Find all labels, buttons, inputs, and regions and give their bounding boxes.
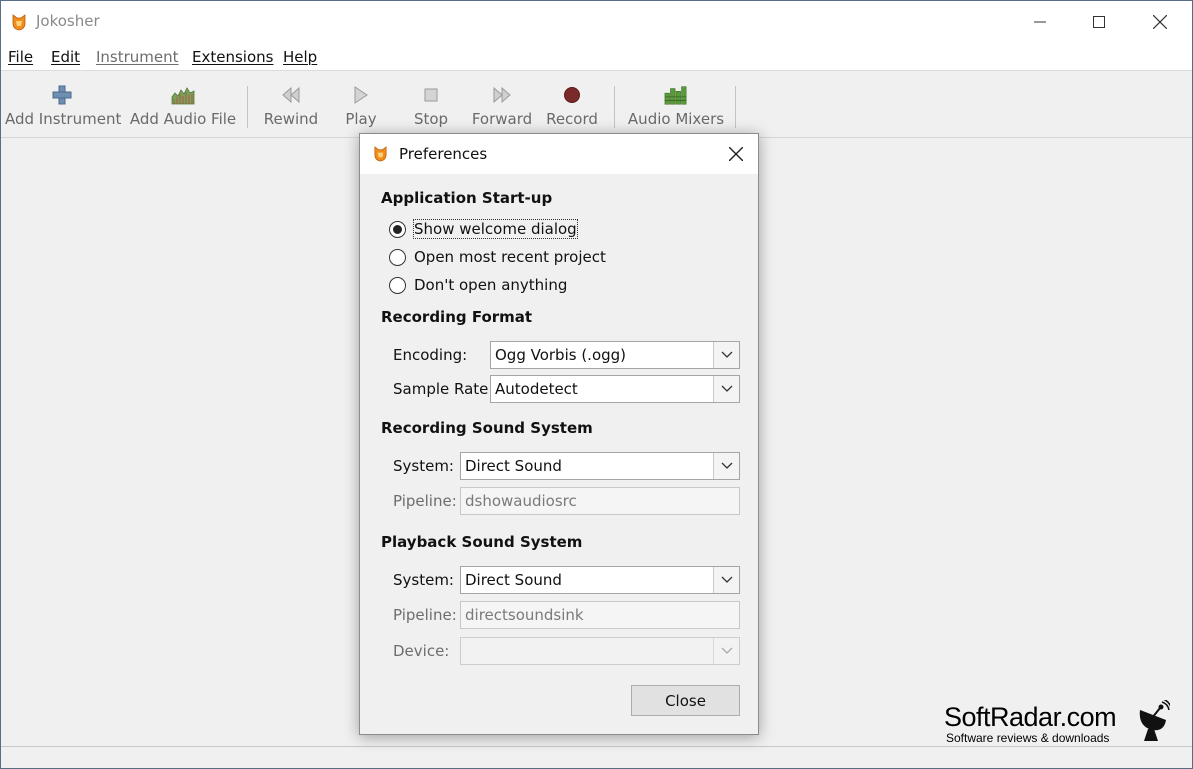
menu-edit[interactable]: Edit (51, 48, 80, 66)
fast-forward-icon (490, 84, 514, 106)
audio-mixers-button[interactable]: Audio Mixers (623, 72, 729, 134)
close-icon (729, 147, 743, 161)
minimize-button[interactable] (1009, 1, 1071, 43)
toolbar-separator (735, 86, 736, 128)
chevron-down-icon (713, 453, 739, 479)
menu-file[interactable]: File (8, 48, 33, 66)
forward-label: Forward (471, 110, 533, 128)
minimize-icon (1034, 21, 1046, 23)
menu-instrument[interactable]: Instrument (96, 48, 179, 66)
startup-heading: Application Start-up (381, 189, 553, 207)
rewind-icon (279, 84, 303, 106)
title-bar: Jokosher (1, 1, 1192, 43)
play-label: Play (345, 110, 377, 128)
watermark-title: SoftRadar.com (944, 702, 1117, 732)
chevron-down-icon (713, 567, 739, 593)
radio-dont-open[interactable]: Don't open anything (389, 274, 567, 296)
record-icon (560, 84, 584, 106)
recording-system-select[interactable]: Direct Sound (460, 452, 740, 480)
menu-bar: File Edit Instrument Extensions Help (1, 43, 1192, 71)
radio-show-welcome[interactable]: Show welcome dialog (389, 218, 578, 240)
playback-system-select[interactable]: Direct Sound (460, 566, 740, 594)
stop-button[interactable]: Stop (401, 72, 461, 134)
radio-label: Open most recent project (414, 248, 606, 266)
play-button[interactable]: Play (331, 72, 391, 134)
playback-pipeline-value: directsoundsink (465, 606, 584, 624)
dialog-close-button[interactable] (718, 136, 754, 172)
playback-system-value: Direct Sound (465, 571, 562, 589)
toolbar: Add Instrument Add Audio File Rewind Pla… (1, 72, 1192, 138)
recording-pipeline-label: Pipeline: (393, 492, 457, 510)
device-label: Device: (393, 642, 450, 660)
encoding-value: Ogg Vorbis (.ogg) (495, 346, 627, 364)
jokosher-logo-icon (374, 146, 387, 162)
add-audio-file-label: Add Audio File (129, 110, 237, 128)
recording-system-value: Direct Sound (465, 457, 562, 475)
close-button[interactable]: Close (631, 685, 740, 716)
maximize-button[interactable] (1068, 1, 1130, 43)
radio-button-checked[interactable] (389, 220, 406, 238)
encoding-label: Encoding: (393, 346, 468, 364)
playback-pipeline-field[interactable]: directsoundsink (460, 601, 740, 629)
softradar-watermark: SoftRadar.com Software reviews & downloa… (944, 700, 1174, 752)
add-instrument-label: Add Instrument (5, 110, 122, 128)
close-window-button[interactable] (1129, 1, 1191, 43)
rewind-button[interactable]: Rewind (255, 72, 327, 134)
radio-label: Don't open anything (414, 276, 568, 294)
chevron-down-icon (713, 638, 739, 664)
add-audio-file-button[interactable]: Add Audio File (127, 72, 239, 134)
recording-format-heading: Recording Format (381, 308, 533, 326)
close-icon (1153, 15, 1167, 29)
forward-button[interactable]: Forward (467, 72, 537, 134)
radio-button[interactable] (389, 248, 406, 266)
toolbar-separator (247, 86, 248, 128)
audio-file-icon (171, 84, 195, 106)
playback-system-label: System: (393, 571, 454, 589)
chevron-down-icon (713, 376, 739, 402)
audio-mixer-icon (664, 84, 688, 106)
radio-button[interactable] (389, 276, 406, 294)
toolbar-separator (614, 86, 615, 128)
watermark-subtitle: Software reviews & downloads (946, 731, 1110, 745)
maximize-icon (1093, 16, 1105, 28)
radio-open-recent[interactable]: Open most recent project (389, 246, 606, 268)
recording-sound-heading: Recording Sound System (381, 419, 593, 437)
encoding-select[interactable]: Ogg Vorbis (.ogg) (490, 341, 740, 369)
menu-help[interactable]: Help (283, 48, 317, 66)
satellite-dish-icon (1139, 700, 1170, 741)
record-button[interactable]: Record (541, 72, 603, 134)
stop-label: Stop (413, 110, 449, 128)
recording-pipeline-field[interactable]: dshowaudiosrc (460, 487, 740, 515)
sample-rate-select[interactable]: Autodetect (490, 375, 740, 403)
playback-sound-heading: Playback Sound System (381, 533, 583, 551)
sample-rate-value: Autodetect (495, 380, 578, 398)
preferences-dialog: Preferences Application Start-up Show we… (359, 133, 759, 735)
jokosher-logo-icon (12, 14, 26, 31)
dialog-title: Preferences (399, 145, 488, 163)
device-select[interactable] (460, 637, 740, 665)
stop-icon (419, 84, 443, 106)
dialog-title-bar: Preferences (360, 134, 758, 174)
rewind-label: Rewind (263, 110, 319, 128)
recording-pipeline-value: dshowaudiosrc (465, 492, 577, 510)
radio-label: Show welcome dialog (413, 219, 578, 239)
play-icon (349, 84, 373, 106)
recording-system-label: System: (393, 457, 454, 475)
plus-icon (50, 84, 74, 106)
menu-extensions[interactable]: Extensions (192, 48, 273, 66)
playback-pipeline-label: Pipeline: (393, 606, 457, 624)
audio-mixers-label: Audio Mixers (627, 110, 725, 128)
add-instrument-button[interactable]: Add Instrument (5, 72, 122, 134)
sample-rate-label: Sample Rate: (393, 380, 494, 398)
window-title: Jokosher (36, 12, 100, 30)
chevron-down-icon (713, 342, 739, 368)
record-label: Record (546, 110, 598, 128)
